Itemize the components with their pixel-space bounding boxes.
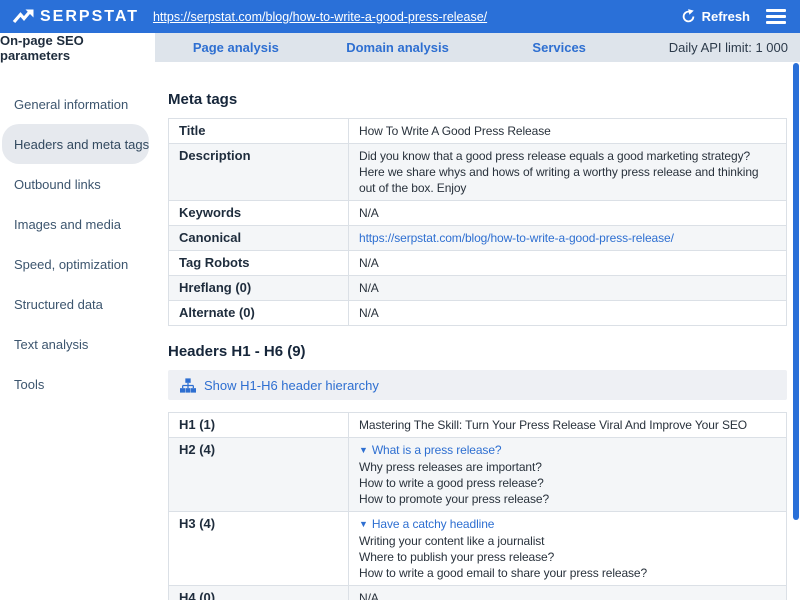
api-limit-label: Daily API limit: 1 000 [640,33,800,62]
serpstat-plugin-window: SERPSTAT https://serpstat.com/blog/how-t… [0,0,800,600]
sidebar: General information Headers and meta tag… [0,62,155,600]
table-row: Canonical https://serpstat.com/blog/how-… [169,226,786,251]
header-line-link[interactable]: ▼Have a catchy headline [359,517,494,531]
meta-tags-table: Title How To Write A Good Press Release … [168,118,787,326]
headers-section-title: Headers H1 - H6 (9) [168,342,787,362]
tab-domain-analysis[interactable]: Domain analysis [317,33,479,62]
sidebar-item-general-information[interactable]: General information [2,84,149,124]
page-url-link[interactable]: https://serpstat.com/blog/how-to-write-a… [153,10,487,24]
row-key: Canonical [169,226,349,250]
hierarchy-icon [180,378,196,393]
canonical-link[interactable]: https://serpstat.com/blog/how-to-write-a… [359,231,674,245]
table-row: H1 (1) Mastering The Skill: Turn Your Pr… [169,413,786,438]
row-key: Tag Robots [169,251,349,275]
refresh-icon [681,9,696,24]
row-value: N/A [349,251,786,275]
table-row: H2 (4) ▼What is a press release? Why pre… [169,438,786,512]
row-key: Keywords [169,201,349,225]
row-value: N/A [349,301,786,325]
refresh-button[interactable]: Refresh [681,9,750,24]
hierarchy-link[interactable]: Show H1-H6 header hierarchy [204,378,379,393]
main-content: Meta tags Title How To Write A Good Pres… [155,62,800,600]
table-row: Hreflang (0) N/A [169,276,786,301]
row-key: H4 (0) [169,586,349,600]
table-row: Title How To Write A Good Press Release [169,119,786,144]
collapse-triangle-icon: ▼ [359,516,368,532]
row-key: H1 (1) [169,413,349,437]
menu-button[interactable] [766,6,786,27]
sidebar-item-structured-data[interactable]: Structured data [2,284,149,324]
hamburger-icon [766,21,786,24]
header-line: How to write a good press release? [359,475,776,491]
hierarchy-bar: Show H1-H6 header hierarchy [168,370,787,400]
row-value: N/A [349,276,786,300]
row-key: Title [169,119,349,143]
table-row: H4 (0) N/A [169,586,786,600]
sidebar-item-text-analysis[interactable]: Text analysis [2,324,149,364]
meta-tags-section-title: Meta tags [168,90,787,110]
tab-services[interactable]: Services [478,33,640,62]
header-line: N/A [359,590,776,600]
sidebar-item-headers-and-meta-tags[interactable]: Headers and meta tags [2,124,149,164]
header-line: How to promote your press release? [359,491,776,507]
brand-logo[interactable]: SERPSTAT [12,8,139,26]
header-line: How to write a good email to share your … [359,565,776,581]
row-key: Description [169,144,349,200]
brand-name: SERPSTAT [40,8,139,26]
table-row: Keywords N/A [169,201,786,226]
row-value: How To Write A Good Press Release [349,119,786,143]
header-line: Why press releases are important? [359,459,776,475]
scrollbar-thumb[interactable] [793,63,799,520]
collapse-triangle-icon: ▼ [359,442,368,458]
sidebar-item-tools[interactable]: Tools [2,364,149,404]
sidebar-item-outbound-links[interactable]: Outbound links [2,164,149,204]
serpstat-logo-icon [12,9,34,24]
headers-table: H1 (1) Mastering The Skill: Turn Your Pr… [168,412,787,600]
tab-bar: On-page SEO parameters Page analysis Dom… [0,33,800,62]
table-row: Description Did you know that a good pre… [169,144,786,201]
table-row: Tag Robots N/A [169,251,786,276]
hamburger-icon [766,9,786,12]
tab-onpage-seo-parameters[interactable]: On-page SEO parameters [0,33,155,62]
row-value: Did you know that a good press release e… [349,144,786,200]
table-row: H3 (4) ▼Have a catchy headline Writing y… [169,512,786,586]
table-row: Alternate (0) N/A [169,301,786,325]
sidebar-item-speed-optimization[interactable]: Speed, optimization [2,244,149,284]
header-line-link[interactable]: ▼What is a press release? [359,443,501,457]
tab-page-analysis[interactable]: Page analysis [155,33,317,62]
row-key: H3 (4) [169,512,349,585]
hamburger-icon [766,15,786,18]
row-value: N/A [349,201,786,225]
header-line: Writing your content like a journalist [359,533,776,549]
row-key: Hreflang (0) [169,276,349,300]
sidebar-item-images-and-media[interactable]: Images and media [2,204,149,244]
header-line: Where to publish your press release? [359,549,776,565]
header-line: Mastering The Skill: Turn Your Press Rel… [359,417,776,433]
refresh-label: Refresh [702,9,750,24]
row-key: H2 (4) [169,438,349,511]
row-key: Alternate (0) [169,301,349,325]
header-bar: SERPSTAT https://serpstat.com/blog/how-t… [0,0,800,33]
